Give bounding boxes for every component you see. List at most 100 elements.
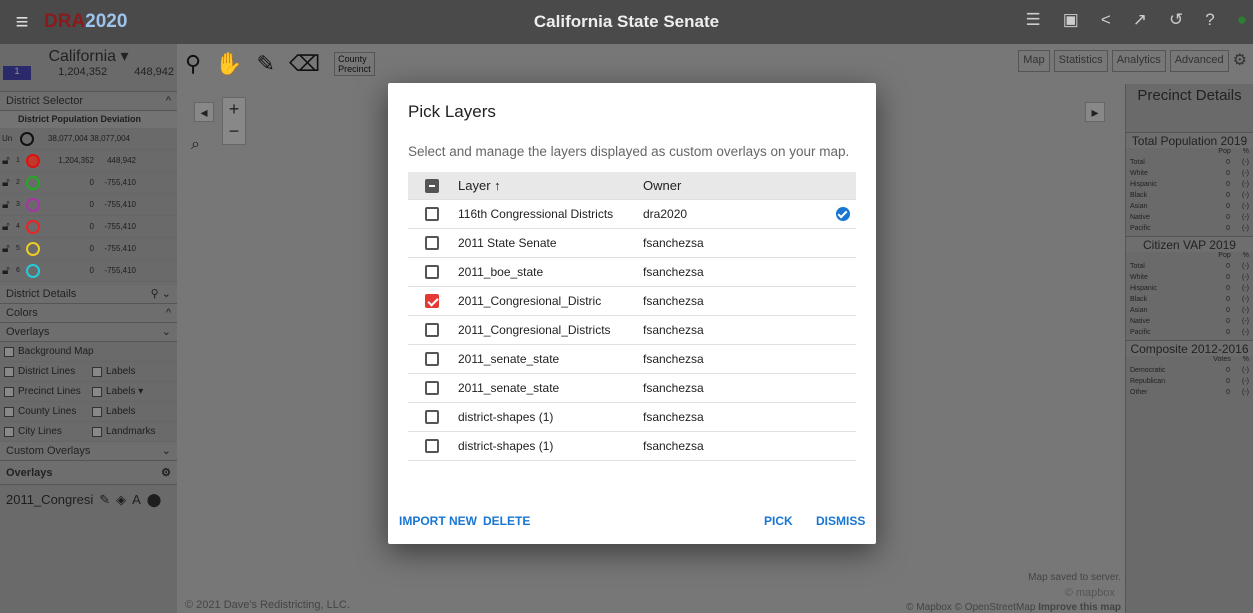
lock-icon[interactable]: 🔓︎ (2, 263, 16, 278)
overlay-name: 2011_Congresi (6, 492, 94, 507)
district-row[interactable]: 🔓︎ 5 0 -755,410 (0, 238, 177, 260)
city-lines-toggle[interactable]: City Lines Landmarks (0, 422, 177, 442)
delete-button[interactable]: DELETE (483, 514, 530, 528)
settings-gear-icon[interactable]: ⚙ (1233, 50, 1247, 72)
gear-icon[interactable]: ⚙ (161, 461, 171, 484)
district-row[interactable]: 🔓︎ 2 0 -755,410 (0, 172, 177, 194)
granularity-select[interactable]: County Precinct (334, 52, 375, 76)
lock-icon[interactable]: 🔓︎ (2, 153, 16, 168)
row-checkbox[interactable] (425, 207, 439, 221)
lock-icon[interactable]: 🔓︎ (2, 175, 16, 190)
hamburger-menu-icon[interactable]: ≡ (0, 9, 44, 35)
eraser-icon[interactable]: ⌫ (289, 51, 320, 77)
pin-icon[interactable]: ⚲ ⌄ (151, 285, 171, 303)
improve-map-link[interactable]: Improve this map (1038, 602, 1121, 613)
attrib-text[interactable]: © Mapbox © OpenStreetMap (906, 602, 1035, 613)
zoom-search-icon[interactable]: ⌕ (191, 136, 200, 154)
district-row[interactable]: 🔓︎ 1 1,204,352 448,942 (0, 150, 177, 172)
share-icon[interactable]: < (1101, 10, 1111, 30)
state-name[interactable]: California ▾ (0, 44, 177, 66)
district-color-circle[interactable] (26, 153, 40, 168)
layer-name: district-shapes (1) (458, 410, 554, 424)
advanced-button[interactable]: Advanced (1169, 50, 1229, 72)
custom-overlays-header[interactable]: Custom Overlays ⌄ (0, 442, 177, 461)
checkbox[interactable] (92, 366, 102, 377)
help-icon[interactable]: ? (1205, 10, 1214, 30)
district-row[interactable]: 🔓︎ 6 0 -755,410 (0, 260, 177, 282)
statistics-button[interactable]: Statistics (1053, 50, 1108, 72)
map-collapse-right-icon[interactable]: ▸ (1085, 102, 1105, 122)
district-row[interactable]: 🔓︎ 4 0 -755,410 (0, 216, 177, 238)
table-row[interactable]: 2011_senate_state fsanchezsa (408, 345, 856, 374)
checkbox[interactable] (92, 386, 102, 397)
checkbox[interactable] (4, 386, 14, 397)
analytics-button[interactable]: Analytics (1111, 50, 1166, 72)
row-checkbox[interactable] (425, 410, 439, 424)
history-icon[interactable]: ↺ (1169, 10, 1183, 30)
row-checkbox[interactable] (425, 323, 439, 337)
text-icon[interactable]: A (132, 485, 141, 515)
checkbox[interactable] (4, 346, 14, 357)
district-color-circle[interactable] (26, 219, 40, 234)
checkbox[interactable] (4, 426, 14, 437)
district-color-circle[interactable] (26, 175, 40, 190)
table-row[interactable]: district-shapes (1) fsanchezsa (408, 432, 856, 461)
district-selector-header[interactable]: District Selector ^ (0, 92, 177, 111)
district-lines-toggle[interactable]: District Lines Labels (0, 362, 177, 382)
district-color-circle[interactable] (26, 263, 40, 278)
county-lines-toggle[interactable]: County Lines Labels (0, 402, 177, 422)
table-row[interactable]: 2011_Congresional_Distric fsanchezsa (408, 287, 856, 316)
import-new-button[interactable]: IMPORT NEW (399, 514, 477, 528)
row-checkbox[interactable] (425, 352, 439, 366)
row-checkbox[interactable] (425, 265, 439, 279)
table-row[interactable]: district-shapes (1) fsanchezsa (408, 403, 856, 432)
table-row[interactable]: 2011_senate_state fsanchezsa (408, 374, 856, 403)
checkbox[interactable] (4, 406, 14, 417)
district-color-circle[interactable] (26, 241, 40, 256)
select-all-checkbox[interactable] (425, 178, 439, 193)
row-checkbox[interactable] (425, 294, 439, 308)
list-icon[interactable]: ☰ (1026, 10, 1041, 30)
table-row[interactable]: 2011_Congresional_Districts fsanchezsa (408, 316, 856, 345)
lock-icon[interactable]: 🔓︎ (2, 219, 16, 234)
dismiss-button[interactable]: DISMISS (816, 514, 865, 528)
district-row[interactable]: 🔓︎ 3 0 -755,410 (0, 194, 177, 216)
mapbox-logo[interactable]: © mapbox (1065, 587, 1115, 599)
user-icon[interactable]: ● (1237, 10, 1247, 30)
table-row[interactable]: 116th Congressional Districts dra2020 (408, 200, 856, 229)
checkbox[interactable] (4, 366, 14, 377)
layer-column-header[interactable]: Layer ↑ (456, 178, 641, 193)
app-logo[interactable]: DRA2020 (44, 11, 127, 33)
colors-header[interactable]: Colors ^ (0, 304, 177, 323)
expand-icon[interactable]: ↗ (1133, 10, 1147, 30)
table-row[interactable]: 2011_boe_state fsanchezsa (408, 258, 856, 287)
row-checkbox[interactable] (425, 236, 439, 250)
row-checkbox[interactable] (425, 439, 439, 453)
district-color-circle[interactable] (26, 197, 40, 212)
pick-button[interactable]: PICK (764, 514, 793, 528)
zoom-out-button[interactable]: − (223, 120, 245, 142)
add-pin-icon[interactable]: ⚲ (185, 51, 201, 77)
background-map-toggle[interactable]: Background Map (0, 342, 177, 362)
checkbox[interactable] (92, 406, 102, 417)
owner-column-header[interactable]: Owner (641, 178, 830, 193)
lock-icon[interactable]: 🔓︎ (2, 197, 16, 212)
precinct-lines-toggle[interactable]: Precinct Lines Labels ▾ (0, 382, 177, 402)
zoom-in-button[interactable]: + (223, 98, 245, 120)
row-checkbox[interactable] (425, 381, 439, 395)
overlays-header[interactable]: Overlays ⌄ (0, 323, 177, 342)
location-icon[interactable]: ⬤ (147, 485, 162, 515)
table-row[interactable]: 2011 State Senate fsanchezsa (408, 229, 856, 258)
brush-icon[interactable]: ✎ (257, 51, 275, 77)
pencil-icon[interactable]: ✎ (99, 485, 110, 515)
checkbox[interactable] (92, 426, 102, 437)
comment-icon[interactable]: ▣ (1063, 10, 1079, 30)
state-selector[interactable]: California ▾ 1 1,204,352 448,942 (0, 44, 177, 92)
lock-icon[interactable]: 🔓︎ (2, 241, 16, 256)
hand-icon[interactable]: ✋ (215, 51, 242, 77)
map-collapse-left-icon[interactable]: ◂ (194, 102, 214, 122)
district-details-header[interactable]: District Details ⚲ ⌄ (0, 285, 177, 304)
district-row-unassigned[interactable]: Un 38,077,004 38,077,004 (0, 128, 177, 150)
fill-icon[interactable]: ◈ (116, 485, 126, 515)
map-button[interactable]: Map (1018, 50, 1050, 72)
